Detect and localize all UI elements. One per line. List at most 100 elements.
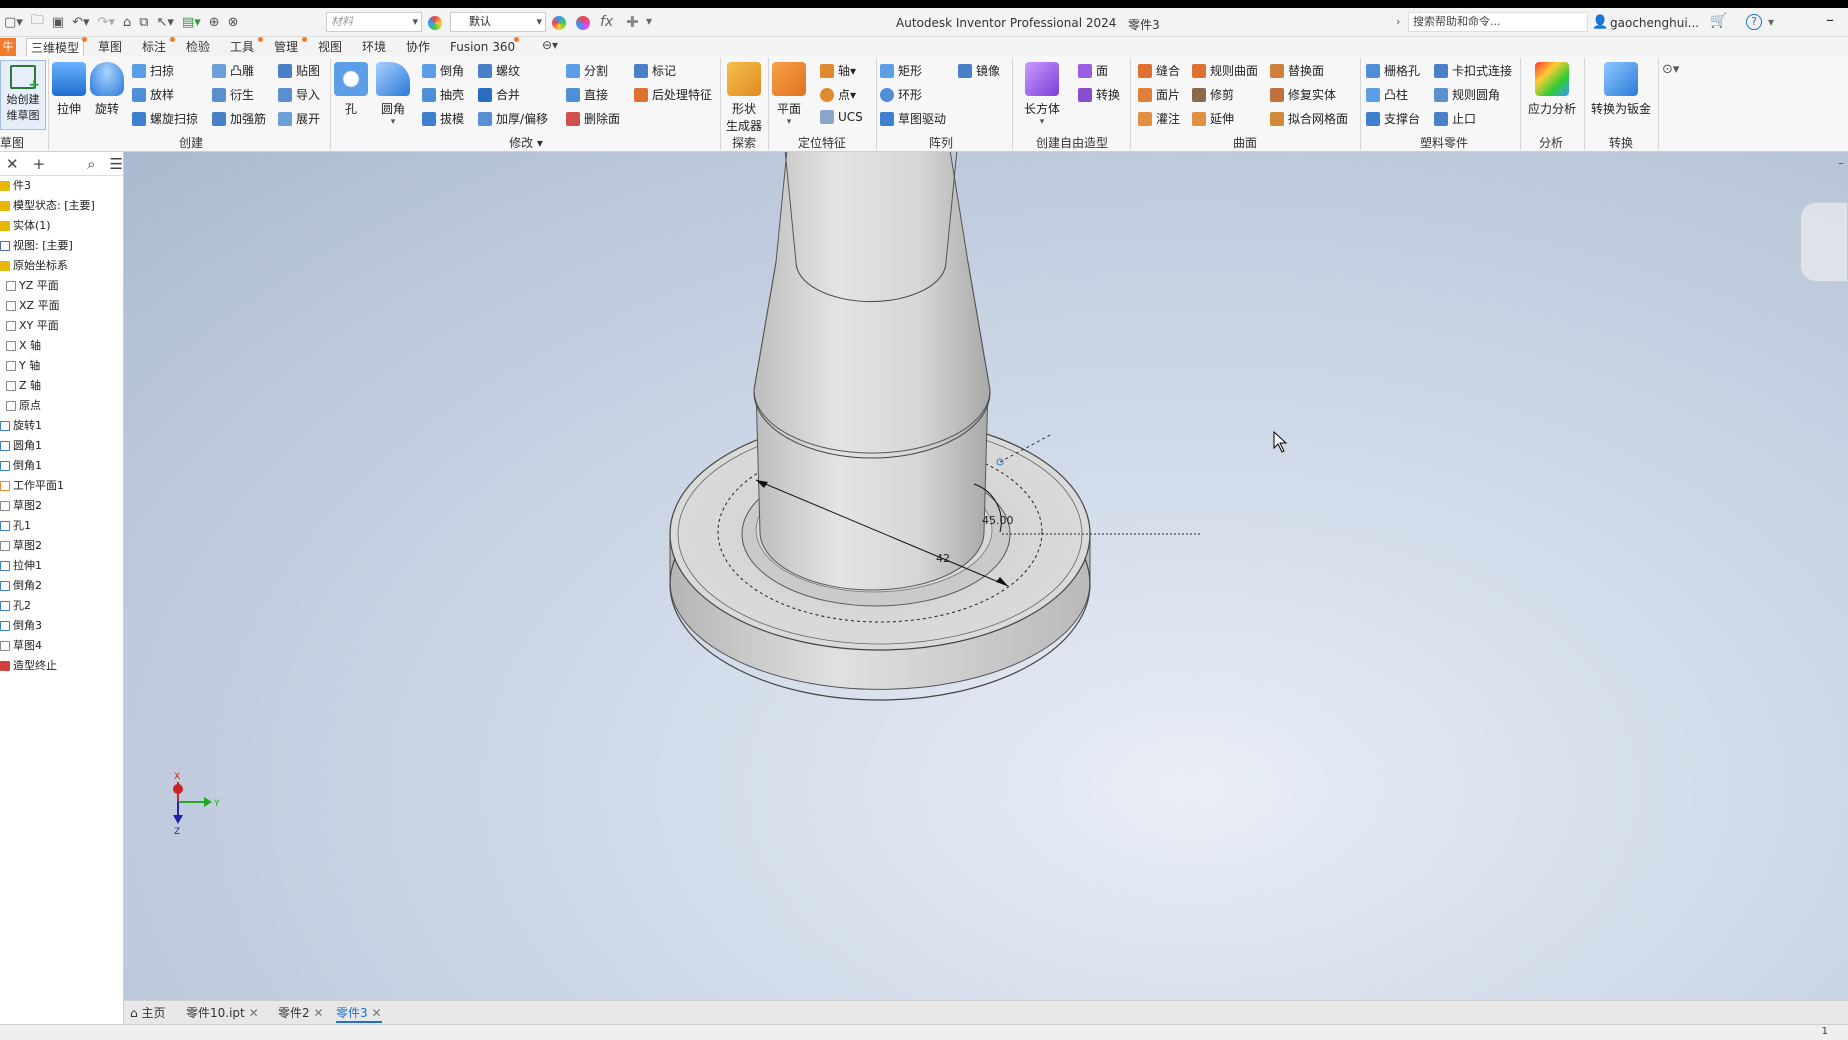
search-input[interactable]: 搜索帮助和命令... bbox=[1408, 12, 1588, 32]
unfold-button[interactable]: 展开 bbox=[278, 110, 320, 127]
mesh-button[interactable]: 拟合网格面 bbox=[1270, 110, 1348, 127]
tab-sketch[interactable]: 草图 bbox=[98, 38, 122, 56]
tab-3d-model[interactable]: 三维模型 bbox=[26, 38, 85, 57]
tree-item[interactable]: 造型终止 bbox=[0, 656, 123, 676]
axis-button[interactable]: 轴 ▾ bbox=[820, 62, 856, 79]
delete-face-button[interactable]: 删除面 bbox=[566, 110, 620, 127]
part-3d-model[interactable] bbox=[669, 152, 1091, 701]
rect-pattern-button[interactable]: 矩形 bbox=[880, 62, 922, 79]
replace-face-button[interactable]: 替换面 bbox=[1270, 62, 1324, 79]
stop-icon[interactable]: ⊗ bbox=[228, 15, 239, 30]
mirror-button[interactable]: 镜像 bbox=[958, 62, 1000, 79]
box-dropdown-icon[interactable]: ▾ bbox=[1022, 117, 1062, 127]
tree-item[interactable]: 工作平面1 bbox=[0, 476, 123, 496]
adjust-icon[interactable] bbox=[552, 16, 566, 30]
cart-icon[interactable]: 🛒 bbox=[1710, 13, 1727, 29]
tree-item[interactable]: 圆角1 bbox=[0, 436, 123, 456]
tab-options-icon[interactable]: ⊖▾ bbox=[542, 38, 558, 52]
derive-button[interactable]: 衍生 bbox=[212, 86, 254, 103]
close-icon[interactable]: ✕ bbox=[6, 155, 19, 173]
measure-icon[interactable]: ⊕ bbox=[209, 15, 220, 30]
decal-button[interactable]: 贴图 bbox=[278, 62, 320, 79]
tree-item[interactable]: 草图2 bbox=[0, 496, 123, 516]
close-tab-icon[interactable]: ✕ bbox=[249, 1006, 259, 1020]
tab-collaborate[interactable]: 协作 bbox=[406, 38, 430, 56]
tab-part3[interactable]: 零件3 ✕ bbox=[336, 1004, 382, 1023]
plus-icon[interactable]: ✚ bbox=[626, 13, 639, 31]
tab-home[interactable]: ⌂ 主页 bbox=[130, 1004, 165, 1023]
tree-item[interactable]: Z 轴 bbox=[0, 376, 123, 396]
revolve-button[interactable]: 旋转 bbox=[90, 62, 124, 117]
material-select[interactable]: 材料 ▾ bbox=[326, 12, 422, 32]
lip-button[interactable]: 止口 bbox=[1434, 110, 1476, 127]
thicken-button[interactable]: 加厚/偏移 bbox=[478, 110, 548, 127]
navbar-collapse-icon[interactable]: – bbox=[1838, 156, 1844, 170]
home-icon[interactable]: ⌂ bbox=[123, 15, 131, 30]
ucs-button[interactable]: UCS bbox=[820, 110, 863, 124]
ruled-surface-button[interactable]: 规则曲面 bbox=[1192, 62, 1258, 79]
tab-manage[interactable]: 管理 bbox=[274, 38, 298, 56]
freeform-convert-button[interactable]: 转换 bbox=[1078, 86, 1120, 103]
sweep-button[interactable]: 扫掠 bbox=[132, 62, 174, 79]
appearance-select[interactable]: 默认 ▾ bbox=[450, 12, 546, 32]
update-icon[interactable]: ▤▾ bbox=[182, 15, 201, 30]
chamfer-button[interactable]: 倒角 bbox=[422, 62, 464, 79]
tree-item[interactable]: 件3 bbox=[0, 176, 123, 196]
draft-button[interactable]: 拔模 bbox=[422, 110, 464, 127]
fillet-button[interactable]: 圆角 ▾ bbox=[376, 62, 410, 127]
shell-button[interactable]: 抽壳 bbox=[422, 86, 464, 103]
undo-icon[interactable]: ↶▾ bbox=[72, 15, 89, 30]
post-process-button[interactable]: 后处理特征 bbox=[634, 86, 712, 103]
snap-fit-button[interactable]: 卡扣式连接 bbox=[1434, 62, 1512, 79]
diameter-dimension[interactable]: 42 bbox=[936, 552, 950, 565]
tree-item[interactable]: 草图2 bbox=[0, 536, 123, 556]
angle-dimension[interactable]: 45.00 bbox=[982, 514, 1014, 527]
ribbon-options-icon[interactable]: ⊙▾ bbox=[1662, 62, 1679, 77]
extend-button[interactable]: 延伸 bbox=[1192, 110, 1234, 127]
sculpt-button[interactable]: 灌注 bbox=[1138, 110, 1180, 127]
user-name[interactable]: gaochenghui... bbox=[1610, 16, 1699, 30]
import-button[interactable]: 导入 bbox=[278, 86, 320, 103]
tree-item[interactable]: 孔1 bbox=[0, 516, 123, 536]
tree-item[interactable]: X 轴 bbox=[0, 336, 123, 356]
tree-item[interactable]: 孔2 bbox=[0, 596, 123, 616]
split-button[interactable]: 分割 bbox=[566, 62, 608, 79]
fx-icon[interactable]: fx bbox=[600, 14, 613, 30]
box-button[interactable]: 长方体 ▾ bbox=[1022, 62, 1062, 127]
search-icon[interactable]: ⌕ bbox=[87, 155, 95, 173]
rib-button[interactable]: 加强筋 bbox=[212, 110, 266, 127]
tab-annotate[interactable]: 标注 bbox=[142, 38, 166, 56]
loft-button[interactable]: 放样 bbox=[132, 86, 174, 103]
tree-item[interactable]: 倒角2 bbox=[0, 576, 123, 596]
tree-item[interactable]: 草图4 bbox=[0, 636, 123, 656]
tree-item[interactable]: 模型状态: [主要] bbox=[0, 196, 123, 216]
grill-button[interactable]: 栅格孔 bbox=[1366, 62, 1420, 79]
tab-part10[interactable]: 零件10.ipt ✕ bbox=[186, 1004, 259, 1023]
plane-button[interactable]: 平面 ▾ bbox=[772, 62, 806, 127]
select-icon[interactable]: ↖▾ bbox=[157, 15, 174, 30]
convert-sheet-metal-button[interactable]: 转换为钣金 bbox=[1588, 62, 1654, 117]
emboss-button[interactable]: 凸雕 bbox=[212, 62, 254, 79]
save-icon[interactable]: ▣ bbox=[52, 15, 64, 30]
group-modify-label[interactable]: 修改 ▾ bbox=[506, 134, 546, 151]
file-tab[interactable]: 牛 bbox=[0, 38, 16, 56]
combine-button[interactable]: 合并 bbox=[478, 86, 520, 103]
help-icon[interactable]: ? bbox=[1746, 14, 1762, 30]
redo-icon[interactable]: ↷▾ bbox=[98, 15, 115, 30]
menu-icon[interactable]: ☰ bbox=[110, 155, 123, 173]
trim-button[interactable]: 修剪 bbox=[1192, 86, 1234, 103]
plane-dropdown-icon[interactable]: ▾ bbox=[772, 117, 806, 127]
help-menu-icon[interactable]: ▾ bbox=[1768, 15, 1774, 29]
model-view[interactable]: 42 45.00 X Y Z bbox=[124, 152, 1848, 1000]
tab-view[interactable]: 视图 bbox=[318, 38, 342, 56]
tree-item[interactable]: 原点 bbox=[0, 396, 123, 416]
tree-item[interactable]: 原始坐标系 bbox=[0, 256, 123, 276]
minimize-icon[interactable]: – bbox=[1826, 10, 1834, 29]
tab-tools[interactable]: 工具 bbox=[230, 38, 254, 56]
rest-button[interactable]: 支撑台 bbox=[1366, 110, 1420, 127]
close-tab-icon[interactable]: ✕ bbox=[313, 1006, 323, 1020]
tree-item[interactable]: YZ 平面 bbox=[0, 276, 123, 296]
thread-button[interactable]: 螺纹 bbox=[478, 62, 520, 79]
tree-item[interactable]: 视图: [主要] bbox=[0, 236, 123, 256]
hole-button[interactable]: 孔 bbox=[334, 62, 368, 117]
